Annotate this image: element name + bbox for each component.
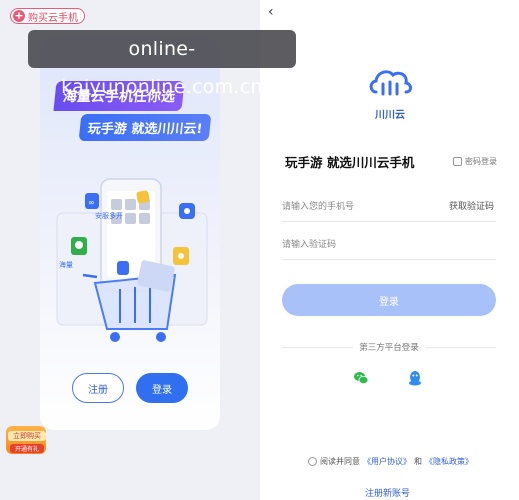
tag-multi-open: 安服多开 [95, 212, 123, 220]
promo-banner-line2: 玩手游 就选川川云! [78, 114, 212, 141]
phone-placeholder: 请输入您的手机号 [282, 202, 355, 212]
password-login-link[interactable]: 密码登录 [453, 156, 497, 167]
gift-line2: 开通有礼 [10, 444, 44, 453]
svg-text:∞: ∞ [88, 198, 95, 207]
login-headline: 玩手游 就选川川云手机 [285, 155, 415, 170]
password-login-label: 密码登录 [465, 157, 497, 166]
lock-icon [453, 157, 462, 166]
code-placeholder: 请输入验证码 [282, 240, 337, 250]
get-code-button[interactable]: 获取验证码 [449, 192, 494, 222]
promo-login-button[interactable]: 登录 [136, 373, 188, 403]
cart-phone-graphic: ∞ [56, 178, 208, 342]
gift-line1: 立即购买 [8, 431, 46, 441]
phone-input[interactable]: 请输入您的手机号 获取验证码 [282, 192, 496, 222]
user-agreement-link[interactable]: 《用户协议》 [363, 456, 411, 467]
cloud-logo-icon: 川川云 [366, 64, 414, 121]
wechat-icon[interactable] [353, 370, 369, 386]
third-party-divider: 第三方平台登录 [282, 341, 497, 353]
buy-cloud-phone-label: 购买云手机 [28, 12, 78, 24]
agree-and: 和 [414, 457, 422, 466]
divider-line [282, 346, 354, 348]
login-panel: ‹ 川川云 玩手游 就选川川云手机 密码登录 请输入您的手机号 获取验证码 请输… [260, 0, 519, 500]
tag-massive: 海量 [59, 261, 73, 269]
gift-floating-badge[interactable]: 立即购买 开通有礼 [6, 420, 48, 456]
agree-prefix: 阅读并同意 [320, 457, 360, 466]
register-new-account-link[interactable]: 注册新账号 [365, 486, 410, 499]
login-button[interactable]: 登录 [282, 284, 496, 316]
plus-icon: + [13, 9, 25, 22]
chevron-left-icon[interactable]: ‹ [268, 4, 284, 22]
agree-checkbox[interactable] [308, 457, 317, 466]
privacy-policy-link[interactable]: 《隐私政策》 [425, 456, 473, 467]
divider-line [424, 346, 497, 348]
shopping-cart-illustration: ∞ 安服多开 海量 [55, 153, 210, 368]
code-input[interactable]: 请输入验证码 [282, 230, 496, 260]
third-party-label: 第三方平台登录 [359, 343, 419, 353]
watermark-overlay: online-kaiyunonline.com.cn [28, 30, 296, 98]
promo-register-button[interactable]: 注册 [72, 373, 124, 403]
buy-cloud-phone-badge[interactable]: + 购买云手机 [10, 8, 85, 24]
qq-icon[interactable] [408, 370, 422, 386]
agreement-row: 阅读并同意 《用户协议》 和 《隐私政策》 [308, 456, 473, 467]
